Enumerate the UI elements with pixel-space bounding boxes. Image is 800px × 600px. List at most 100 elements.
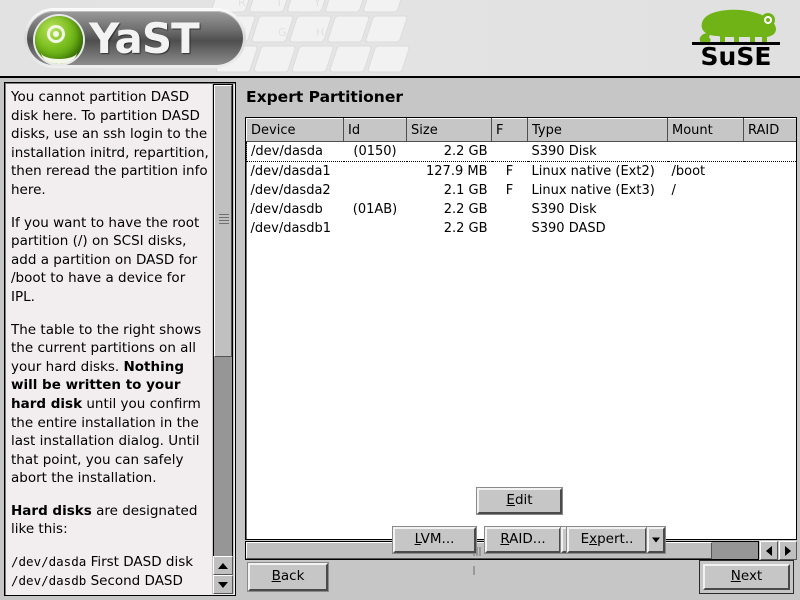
arrow-right-icon: [785, 545, 791, 556]
column-header-type[interactable]: Type: [527, 118, 668, 142]
cell-size: 2.2 GB: [406, 141, 492, 162]
scrollbar-grip-icon: [219, 214, 229, 226]
raid-button-label: RAID...: [500, 531, 546, 548]
table-row[interactable]: /dev/dasda2 2.1 GB F Linux native (Ext3)…: [246, 181, 796, 200]
svg-text:G: G: [278, 26, 287, 39]
cell-mount: /: [667, 181, 744, 200]
expert-button[interactable]: Expert..: [566, 526, 648, 554]
table-row[interactable]: /dev/dasda (0150) 2.2 GB S390 Disk: [246, 141, 796, 162]
banner-divider: [0, 76, 800, 78]
cell-raid: [743, 181, 796, 200]
disk-desc-0: First DASD disk: [90, 554, 194, 571]
cell-f: F: [491, 181, 528, 200]
cell-type: Linux native (Ext3): [527, 181, 668, 200]
cell-raid: [743, 200, 796, 219]
help-scrollbar-track[interactable]: [213, 84, 233, 558]
orb-smile: [41, 41, 77, 64]
cell-device: /dev/dasdb: [246, 200, 344, 219]
suse-wordmark: SuSE: [700, 42, 772, 71]
column-header-id[interactable]: Id: [343, 118, 407, 142]
raid-button[interactable]: RAID...: [484, 526, 562, 554]
cell-type: S390 Disk: [527, 200, 668, 219]
help-scrollbar-thumb[interactable]: [214, 85, 232, 357]
cell-device: /dev/dasda2: [246, 181, 344, 200]
column-header-raid[interactable]: RAID: [743, 118, 796, 142]
cell-size: 2.1 GB: [406, 181, 492, 200]
help-paragraph-4: Hard disks are designated like this:: [11, 502, 213, 539]
cell-f: F: [491, 161, 528, 181]
help-paragraph-2: If you want to have the root partition (…: [11, 214, 200, 305]
table-row[interactable]: /dev/dasdb (01AB) 2.2 GB S390 Disk: [246, 200, 796, 219]
lvm-button[interactable]: LVM...: [392, 526, 477, 554]
table-header-row: Device Id Size F Type Mount RAID LVM G: [246, 118, 796, 142]
banner: RTY FGH YaST: [0, 0, 800, 78]
chevron-down-icon: [652, 537, 660, 543]
cell-mount: [667, 219, 744, 238]
help-disk-list: /dev/dasda First DASD disk /dev/dasdb Se…: [11, 553, 213, 592]
help-paragraph-3: The table to the right shows the current…: [11, 321, 213, 488]
arrow-down-icon: [218, 581, 228, 588]
next-button[interactable]: Next: [699, 560, 794, 594]
table-scroll-left-button[interactable]: [760, 541, 778, 560]
column-header-mount[interactable]: Mount: [667, 118, 744, 142]
orb-dot: [53, 31, 59, 37]
help-panel: You cannot partition DASD disk here. To …: [4, 82, 236, 596]
cell-mount: [667, 141, 744, 162]
svg-text:Y: Y: [313, 0, 321, 9]
cell-device: /dev/dasdb1: [246, 219, 344, 238]
cell-size: 127.9 MB: [406, 161, 492, 181]
table-row[interactable]: /dev/dasdb1 2.2 GB S390 DASD: [246, 219, 796, 238]
cell-size: 2.2 GB: [406, 219, 492, 238]
arrow-left-icon: [766, 545, 772, 556]
disk-dev-2: /dev/dasdc: [42, 591, 117, 592]
cell-raid: [743, 161, 796, 181]
cell-f: [491, 219, 528, 238]
help-text: You cannot partition DASD disk here. To …: [11, 88, 213, 592]
svg-text:T: T: [275, 0, 283, 9]
table-scroll-right-button[interactable]: [779, 541, 797, 560]
cell-f: [491, 141, 528, 162]
arrow-up-icon: [218, 562, 228, 569]
table-body: /dev/dasda (0150) 2.2 GB S390 Disk /dev/…: [246, 141, 796, 238]
svg-text:R: R: [238, 0, 246, 9]
cell-id: [343, 181, 407, 200]
cell-id: [343, 219, 407, 238]
svg-text:H: H: [316, 26, 324, 39]
table-row[interactable]: /dev/dasda1 127.9 MB F Linux native (Ext…: [246, 161, 796, 181]
yast-logo: YaST: [24, 8, 246, 68]
column-header-device[interactable]: Device: [246, 118, 344, 142]
disk-dev-1: /dev/dasdb: [11, 572, 87, 588]
yast-installer-window: R T Y F G H YaST: [0, 0, 800, 600]
edit-button-label: Edit: [506, 492, 533, 509]
yast-logo-badge: YaST: [27, 11, 243, 65]
help-scrollbar[interactable]: [212, 84, 234, 594]
cell-device: /dev/dasda1: [246, 161, 344, 181]
yast-wordmark: YaST: [89, 14, 200, 63]
column-header-size[interactable]: Size: [406, 118, 492, 142]
lvm-button-label: LVM...: [414, 531, 455, 548]
cell-type: S390 DASD: [527, 219, 668, 238]
expert-dropdown-button[interactable]: [646, 526, 666, 554]
main-content: Expert Partitioner Device Id Size F Type…: [240, 80, 800, 600]
yast-orb-icon: [35, 16, 83, 64]
cell-f: [491, 200, 528, 219]
help-paragraph-1: You cannot partition DASD disk here. To …: [11, 89, 209, 198]
cell-mount: [667, 200, 744, 219]
help-scroll-down-button[interactable]: [213, 575, 233, 594]
cell-raid: [743, 219, 796, 238]
back-button[interactable]: Back: [247, 562, 329, 592]
cell-size: 2.2 GB: [406, 200, 492, 219]
edit-button[interactable]: Edit: [476, 487, 563, 515]
column-header-f[interactable]: F: [491, 118, 528, 142]
expert-button-label: Expert..: [580, 531, 634, 548]
partition-table[interactable]: Device Id Size F Type Mount RAID LVM G /…: [245, 117, 797, 540]
cell-raid: [743, 141, 796, 162]
disk-dev-0: /dev/dasda: [11, 554, 87, 570]
help-p4-bold: Hard disks: [11, 502, 92, 519]
chameleon-icon: [699, 9, 776, 45]
next-button-label: Next: [703, 564, 790, 590]
help-scroll-up-button[interactable]: [213, 556, 233, 575]
cell-id: (0150): [343, 141, 407, 162]
cell-id: [343, 161, 407, 181]
cell-mount: /boot: [667, 161, 744, 181]
